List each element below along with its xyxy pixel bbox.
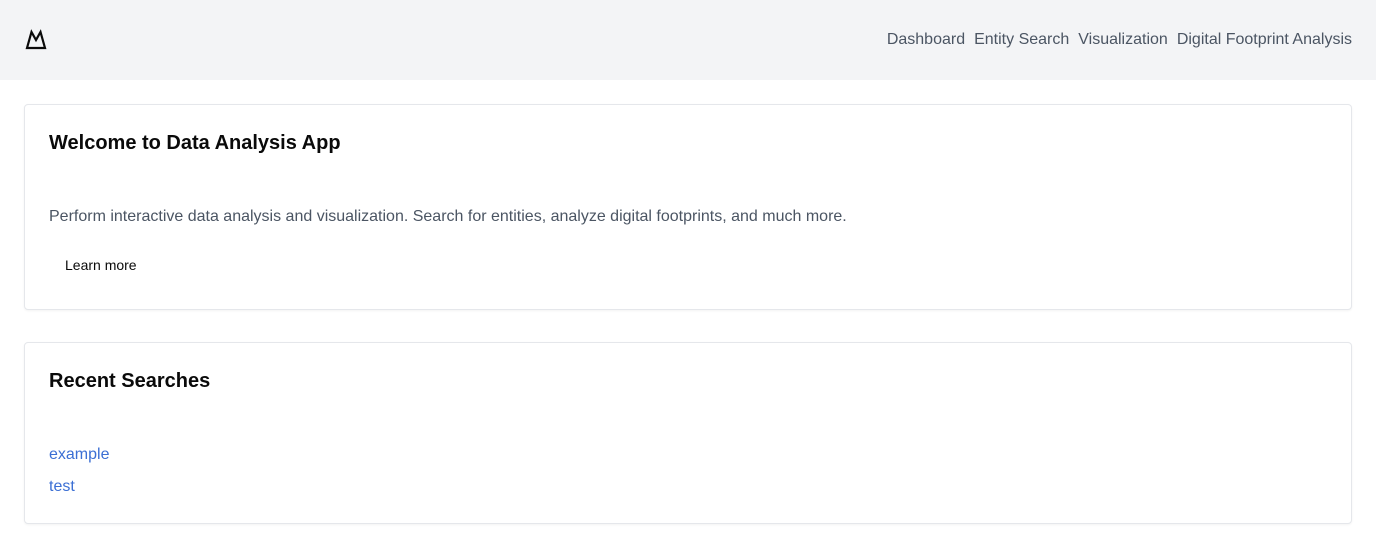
learn-more-button[interactable]: Learn more: [49, 253, 153, 277]
recent-search-link[interactable]: example: [49, 446, 109, 463]
welcome-card: Welcome to Data Analysis App Perform int…: [24, 104, 1352, 310]
nav-link-digital-footprint-analysis[interactable]: Digital Footprint Analysis: [1177, 30, 1352, 50]
recent-searches-title: Recent Searches: [49, 370, 211, 392]
nav-link-dashboard[interactable]: Dashboard: [887, 30, 965, 50]
nav-link-entity-search[interactable]: Entity Search: [974, 30, 1069, 50]
list-item: example: [49, 445, 109, 465]
nav-link-visualization[interactable]: Visualization: [1078, 30, 1168, 50]
top-navigation-bar: Dashboard Entity Search Visualization Di…: [0, 0, 1376, 80]
mountain-logo-icon[interactable]: [24, 29, 48, 51]
welcome-title: Welcome to Data Analysis App: [49, 132, 341, 154]
main-nav: Dashboard Entity Search Visualization Di…: [887, 30, 1352, 50]
recent-searches-card: Recent Searches example test: [24, 342, 1352, 524]
recent-searches-list: example test: [49, 445, 109, 509]
recent-search-link[interactable]: test: [49, 478, 75, 495]
welcome-description: Perform interactive data analysis and vi…: [49, 208, 847, 225]
list-item: test: [49, 477, 109, 497]
